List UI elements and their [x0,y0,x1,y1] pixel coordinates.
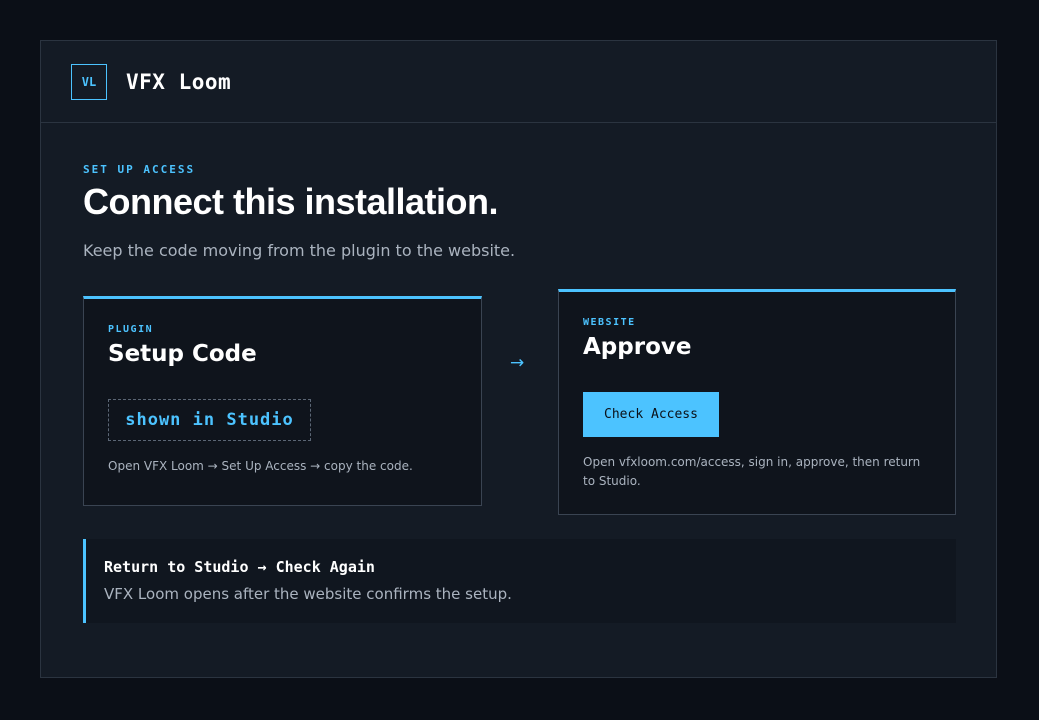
plugin-card-title: Setup Code [108,341,257,367]
website-card-note: Open vfxloom.com/access, sign in, approv… [583,455,921,488]
setup-code-box[interactable]: shown in Studio [108,399,311,441]
page-title: Connect this installation. [83,181,499,222]
website-card: WEBSITE Approve Check Access Open vfxloo… [558,289,956,515]
plugin-card: PLUGIN Setup Code shown in Studio Open V… [83,296,482,506]
plugin-card-label: PLUGIN [108,324,154,335]
main-panel: VL VFX Loom SET UP ACCESS Connect this i… [40,40,997,678]
callout-text: VFX Loom opens after the website confirm… [104,585,512,603]
return-callout: Return to Studio → Check Again VFX Loom … [83,539,956,623]
arrow-right-icon: → [510,353,525,373]
website-card-label: WEBSITE [583,317,636,328]
page-subtitle: Keep the code moving from the plugin to … [83,241,516,260]
content-area: SET UP ACCESS Connect this installation.… [41,123,996,515]
steps-row: PLUGIN Setup Code shown in Studio Open V… [83,260,956,515]
eyebrow-label: SET UP ACCESS [83,163,196,176]
check-access-button[interactable]: Check Access [583,392,719,437]
website-card-title: Approve [583,334,692,360]
app-title: VFX Loom [126,69,232,94]
callout-title: Return to Studio → Check Again [104,558,375,576]
logo: VL [71,63,107,100]
app-header: VL VFX Loom [41,41,996,123]
plugin-card-note: Open VFX Loom → Set Up Access → copy the… [108,459,413,473]
